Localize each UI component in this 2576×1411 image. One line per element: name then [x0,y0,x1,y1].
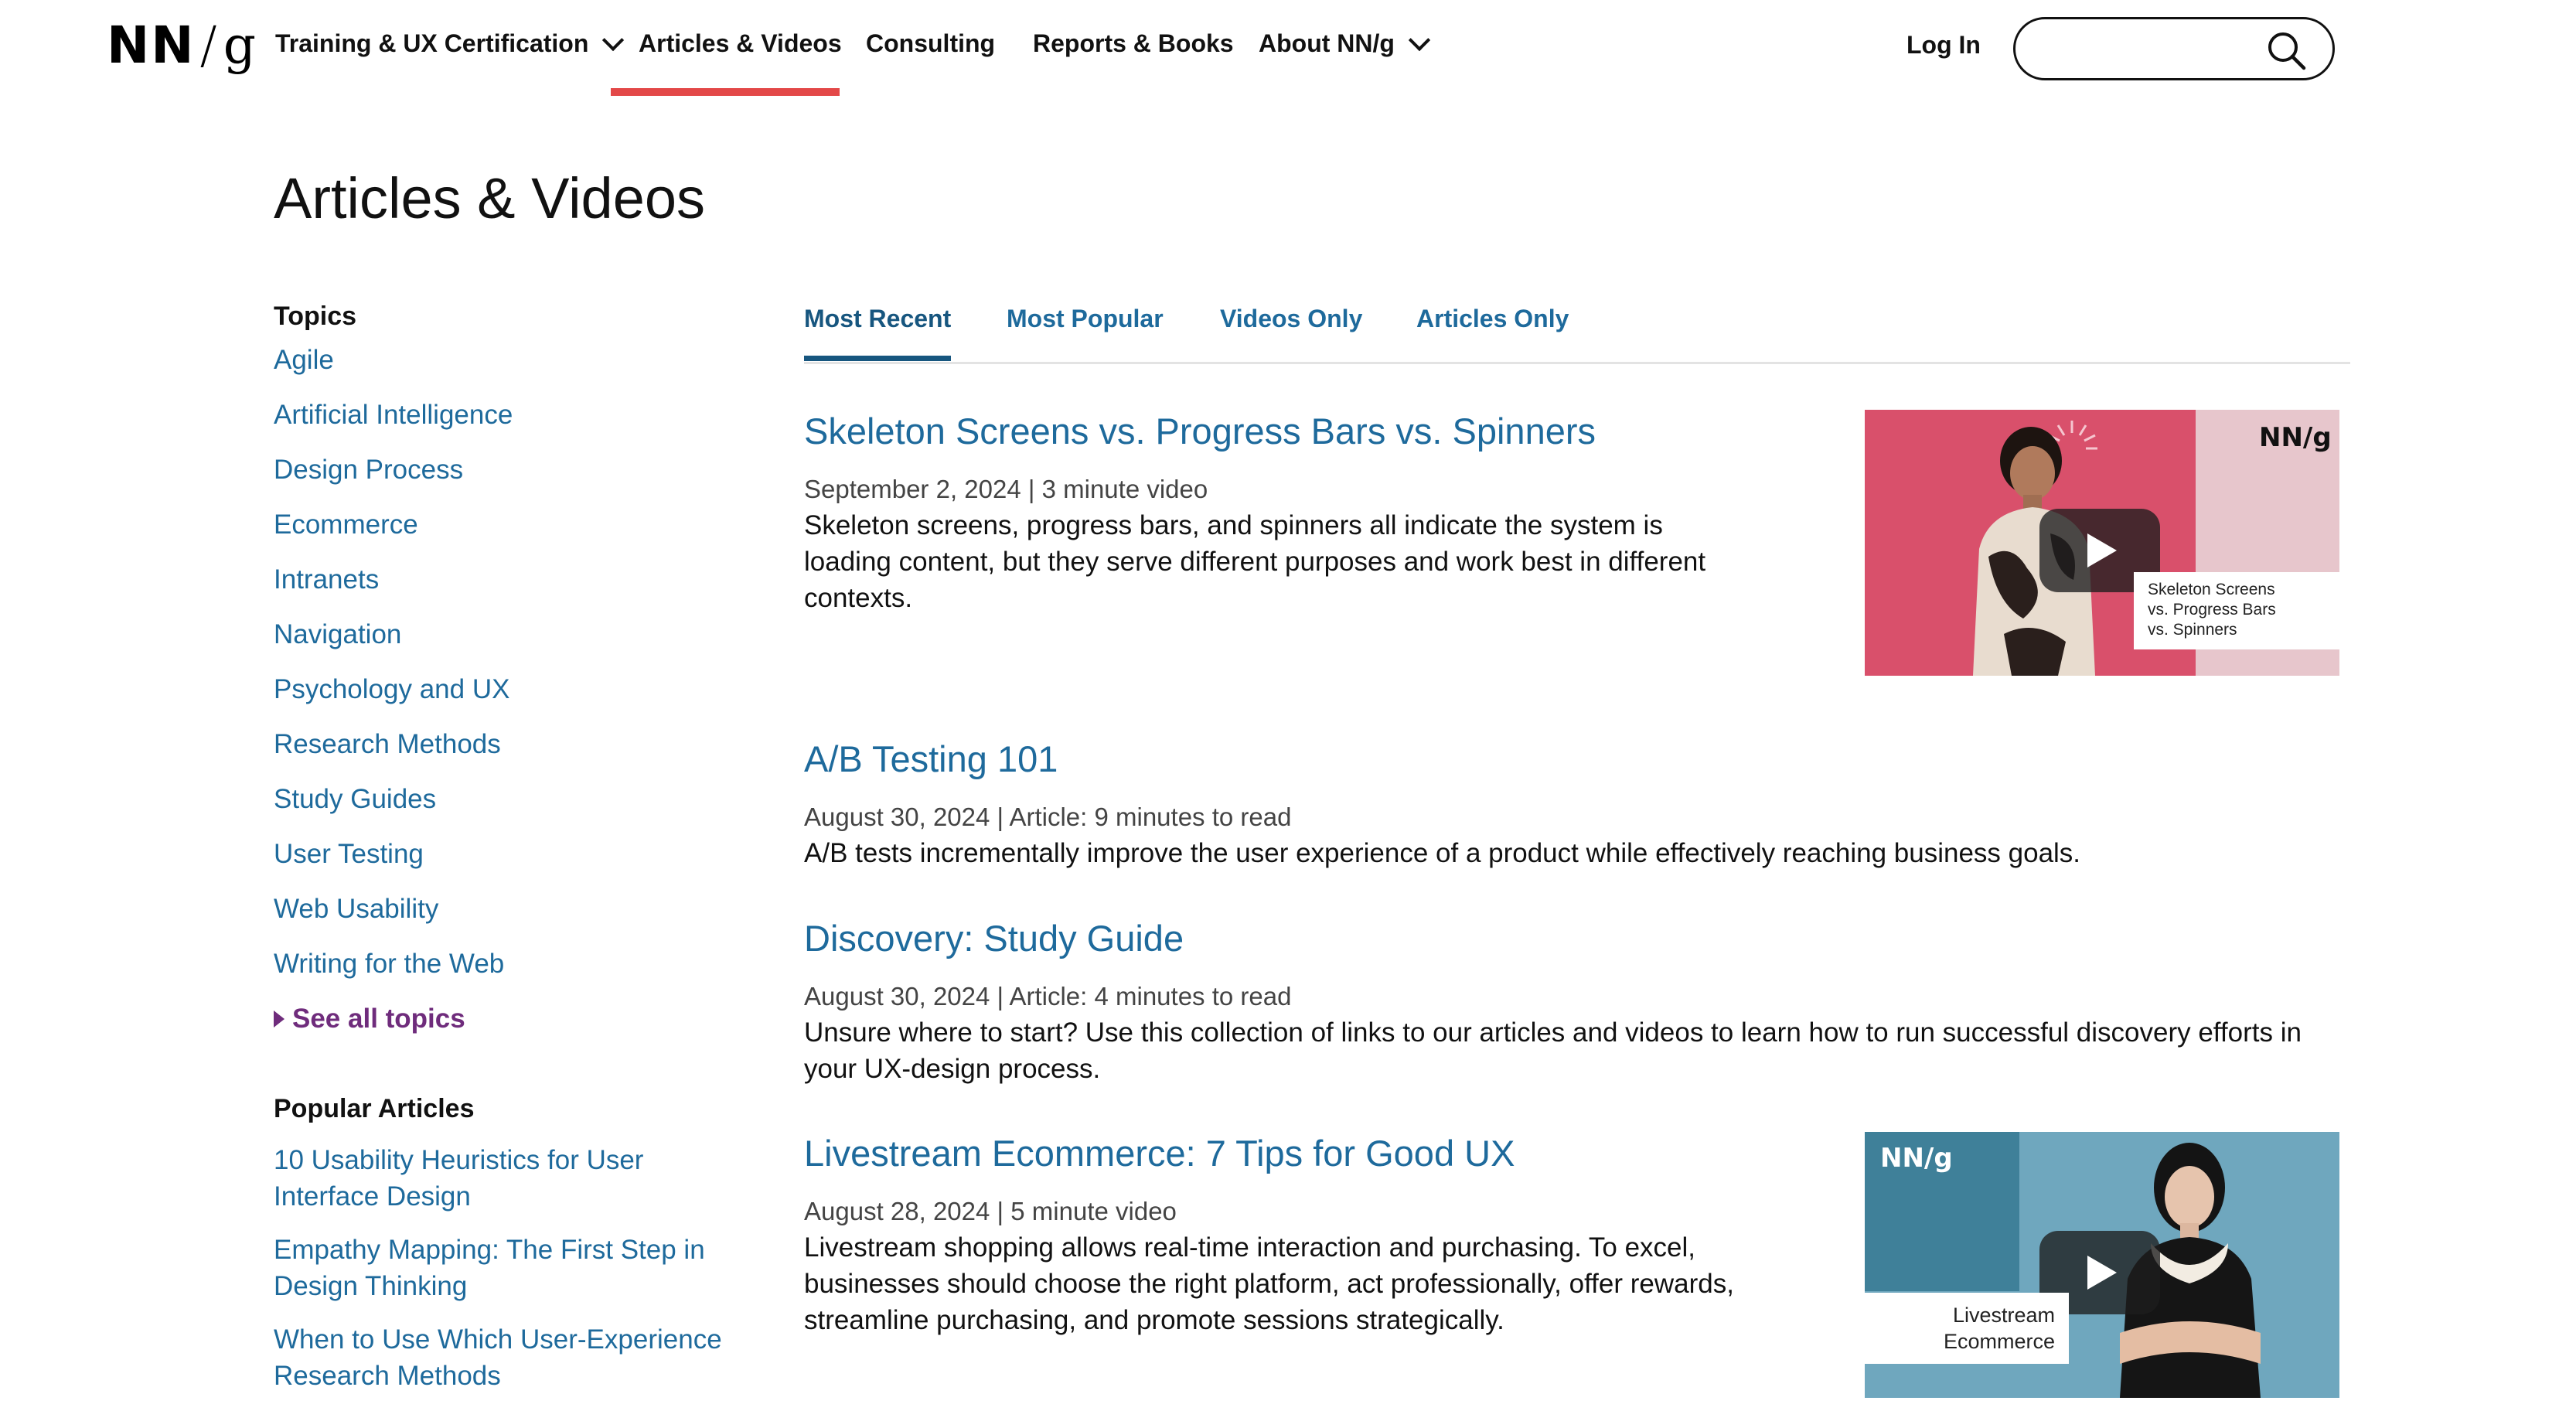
nav-about[interactable]: About NN/g [1259,29,1431,58]
nav-consulting[interactable]: Consulting [866,29,995,58]
topic-link[interactable]: Design Process [274,455,463,485]
popular-article-link[interactable]: Empathy Mapping: The First Step in Desig… [274,1232,753,1304]
topic-link[interactable]: Psychology and UX [274,674,509,704]
sidebar: Topics Agile Artificial Intelligence Des… [274,302,753,1411]
topic-link[interactable]: Navigation [274,619,401,649]
topic-link[interactable]: Ecommerce [274,510,418,540]
article-item: Livestream Ecommerce: 7 Tips for Good UX… [804,1130,1755,1338]
nng-logo[interactable]: NN/g [107,15,257,75]
nav-active-indicator [611,88,840,96]
nav-articles-videos[interactable]: Articles & Videos [639,29,842,58]
article-title-link[interactable]: Discovery: Study Guide [804,918,1184,959]
popular-article-link[interactable]: When to Use Which User-Experience Resear… [274,1321,753,1394]
content-tabs: Most Recent Most Popular Videos Only Art… [804,305,2350,364]
chevron-down-icon [602,29,625,51]
topic-link[interactable]: Intranets [274,564,379,595]
topic-link[interactable]: Research Methods [274,729,501,759]
video-thumbnail[interactable]: NN/g Livestream Ecommerce [1865,1132,2339,1398]
article-description: Skeleton screens, progress bars, and spi… [804,510,1706,613]
popular-articles-list: 10 Usability Heuristics for User Interfa… [274,1142,753,1394]
article-meta: August 30, 2024 | Article: 4 minutes to … [804,982,1292,1011]
topic-link[interactable]: Study Guides [274,784,436,814]
article-title-link[interactable]: Livestream Ecommerce: 7 Tips for Good UX [804,1133,1515,1174]
article-description: Livestream shopping allows real-time int… [804,1232,1734,1335]
thumbnail-caption: Livestream Ecommerce [1865,1293,2069,1364]
article-item: Skeleton Screens vs. Progress Bars vs. S… [804,408,1755,616]
thumbnail-caption: Skeleton Screens vs. Progress Bars vs. S… [2134,572,2339,649]
thumbnail-logo: NN/g [1880,1143,1953,1174]
article-description: A/B tests incrementally improve the user… [804,838,2081,868]
login-link[interactable]: Log In [1906,31,1981,60]
article-description: Unsure where to start? Use this collecti… [804,1017,2302,1084]
article-title-link[interactable]: Skeleton Screens vs. Progress Bars vs. S… [804,411,1596,452]
thumbnail-logo: NN/g [2259,422,2332,453]
tab-most-recent[interactable]: Most Recent [804,305,952,361]
tab-most-popular[interactable]: Most Popular [1007,305,1164,359]
topics-list: Agile Artificial Intelligence Design Pro… [274,345,753,1058]
popular-articles-heading: Popular Articles [274,1094,475,1123]
active-tab-indicator [804,356,952,361]
topics-heading: Topics [274,302,357,331]
triangle-right-icon [274,1011,285,1028]
popular-article-link[interactable]: 10 Usability Heuristics for User Interfa… [274,1142,753,1215]
video-thumbnail[interactable]: NN/g Skeleton Screens vs. Progress Bars … [1865,410,2339,676]
see-all-topics-link[interactable]: See all topics [274,1004,753,1034]
article-meta: September 2, 2024 | 3 minute video [804,475,1208,503]
article-title-link[interactable]: A/B Testing 101 [804,738,1058,779]
site-header: NN/g Training & UX Certification Article… [0,0,2576,99]
chevron-down-icon [1408,29,1431,51]
article-item: Discovery: Study Guide August 30, 2024 |… [804,915,2335,1087]
page-title: Articles & Videos [274,166,705,230]
topic-link[interactable]: Artificial Intelligence [274,400,513,430]
article-item: A/B Testing 101 August 30, 2024 | Articl… [804,736,2335,871]
nav-training[interactable]: Training & UX Certification [275,29,625,58]
nav-reports-books[interactable]: Reports & Books [1033,29,1234,58]
tab-articles-only[interactable]: Articles Only [1416,305,1569,359]
tab-videos-only[interactable]: Videos Only [1220,305,1362,359]
topic-link[interactable]: Web Usability [274,894,438,924]
topic-link[interactable]: User Testing [274,839,424,869]
search-icon[interactable] [2266,30,2306,70]
topic-link[interactable]: Writing for the Web [274,949,504,979]
article-meta: August 28, 2024 | 5 minute video [804,1197,1177,1225]
search-input[interactable] [2013,17,2335,80]
article-meta: August 30, 2024 | Article: 9 minutes to … [804,803,1292,831]
topic-link[interactable]: Agile [274,345,334,375]
